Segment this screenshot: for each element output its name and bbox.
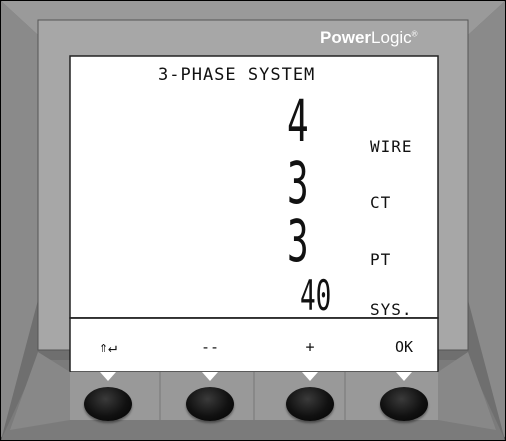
softkey-label-plus: + bbox=[305, 338, 315, 356]
softkey-label-ok: OK bbox=[394, 338, 414, 356]
wire-label: WIRE bbox=[370, 137, 413, 156]
minus-button[interactable] bbox=[186, 387, 234, 421]
wire-value: 4 bbox=[287, 87, 309, 155]
softkey-label-minus: -- bbox=[200, 338, 220, 356]
brand-logo: PowerLogic® bbox=[320, 28, 418, 48]
pt-value: 3 bbox=[287, 207, 309, 275]
ct-value: 3 bbox=[287, 149, 309, 217]
brand-name-bold: Power bbox=[320, 28, 372, 47]
ok-button[interactable] bbox=[380, 387, 428, 421]
plus-button[interactable] bbox=[286, 387, 334, 421]
brand-trademark: ® bbox=[411, 29, 418, 39]
softkey-label-up-enter: ⇑↵ bbox=[98, 338, 118, 356]
sys-value: 40 bbox=[300, 271, 332, 320]
screen-title: 3-PHASE SYSTEM bbox=[158, 65, 316, 85]
pt-label: PT bbox=[370, 250, 392, 269]
sys-label: SYS. bbox=[370, 300, 413, 319]
brand-name-light: Logic bbox=[371, 28, 412, 47]
ct-label: CT bbox=[370, 193, 392, 212]
up-enter-button[interactable] bbox=[84, 387, 132, 421]
